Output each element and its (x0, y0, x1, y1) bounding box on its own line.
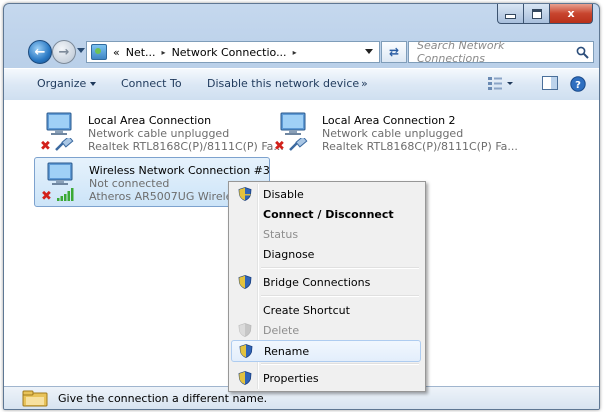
network-folder-icon (22, 390, 48, 407)
organize-label: Organize (37, 77, 87, 90)
uac-shield-icon (238, 323, 252, 337)
connect-to-button[interactable]: Connect To (121, 77, 182, 90)
menu-item-label: Rename (264, 344, 310, 358)
search-input[interactable]: Search Network Connections (417, 39, 575, 65)
menu-item-label: Bridge Connections (263, 275, 371, 289)
menu-item-label: Disable (263, 187, 304, 201)
refresh-button[interactable]: ⇄ (381, 41, 407, 63)
back-button[interactable]: ← (28, 40, 52, 64)
menu-item-label: Properties (263, 371, 319, 385)
disconnected-x-icon: ✖ (40, 139, 51, 154)
connection-name: Local Area Connection 2 (322, 114, 456, 127)
connection-name: Local Area Connection (88, 114, 212, 127)
network-folder-icon (91, 44, 107, 60)
menu-item-diagnose[interactable]: Diagnose (231, 244, 421, 264)
ethernet-cable-icon (289, 138, 308, 151)
menu-item-delete[interactable]: Delete (231, 320, 421, 340)
maximize-icon (531, 8, 542, 19)
chevron-down-icon (90, 82, 97, 86)
preview-pane-icon[interactable] (542, 76, 558, 90)
disconnected-x-icon: ✖ (41, 189, 52, 204)
recent-pages-dropdown[interactable] (77, 48, 85, 53)
breadcrumb-network[interactable]: Net... (123, 46, 159, 59)
navigation-bar: ← → « Net... ▸ Network Connectio... ▸ ⇄ … (4, 37, 599, 65)
svg-text:?: ? (575, 80, 581, 91)
connection-status: Network cable unplugged (322, 127, 464, 140)
breadcrumb-network-connections[interactable]: Network Connectio... (169, 46, 290, 59)
menu-separator (261, 363, 419, 365)
computer-icon (280, 112, 306, 135)
menu-item-connect-disconnect[interactable]: Connect / Disconnect (231, 204, 421, 224)
change-view-icon[interactable] (488, 76, 513, 90)
more-commands-button[interactable]: » (361, 77, 368, 90)
close-button[interactable]: x (550, 4, 593, 24)
address-bar[interactable]: « Net... ▸ Network Connectio... ▸ (86, 41, 380, 63)
breadcrumb-overflow[interactable]: « (110, 46, 123, 59)
menu-item-bridge-connections[interactable]: Bridge Connections (231, 272, 421, 292)
breadcrumb-separator-icon[interactable]: ▸ (159, 48, 169, 57)
menu-item-properties[interactable]: Properties (231, 368, 421, 388)
connection-item-local-area-2[interactable]: ✖ Local Area Connection 2 Network cable … (268, 108, 518, 156)
maximize-button[interactable] (524, 4, 550, 24)
forward-arrow-icon: → (58, 44, 70, 60)
minimize-icon (505, 14, 516, 19)
connection-device: Atheros AR5007UG Wireless N (89, 190, 234, 203)
menu-item-label: Status (263, 227, 299, 241)
menu-separator (261, 267, 419, 269)
menu-item-create-shortcut[interactable]: Create Shortcut (231, 300, 421, 320)
disable-device-button[interactable]: Disable this network device (207, 77, 359, 90)
connection-device: Realtek RTL8168C(P)/8111C(P) Fa... (88, 140, 284, 153)
address-dropdown-icon[interactable] (365, 49, 373, 54)
search-box[interactable]: Search Network Connections (408, 39, 594, 65)
menu-separator (261, 295, 419, 297)
menu-item-status[interactable]: Status (231, 224, 421, 244)
ethernet-cable-icon (55, 138, 74, 151)
menu-item-rename[interactable]: Rename (231, 340, 421, 362)
disconnected-x-icon: ✖ (274, 139, 285, 154)
connection-status: Not connected (89, 177, 170, 190)
status-text: Give the connection a different name. (58, 392, 268, 405)
computer-icon (46, 112, 72, 135)
menu-item-label: Diagnose (263, 247, 315, 261)
forward-button[interactable]: → (52, 40, 76, 64)
context-menu: Disable Connect / Disconnect Status Diag… (228, 181, 426, 392)
computer-icon (47, 162, 73, 185)
uac-shield-icon (239, 344, 253, 358)
back-arrow-icon: ← (34, 44, 46, 60)
search-icon[interactable] (575, 45, 589, 59)
command-bar: Organize Connect To Disable this network… (4, 68, 599, 101)
connection-item-local-area[interactable]: ✖ Local Area Connection Network cable un… (34, 108, 284, 156)
menu-item-disable[interactable]: Disable (231, 184, 421, 204)
breadcrumb-separator-icon[interactable]: ▸ (290, 48, 300, 57)
connection-status: Network cable unplugged (88, 127, 230, 140)
connection-name: Wireless Network Connection #3 (89, 164, 270, 177)
uac-shield-icon (238, 187, 252, 201)
menu-item-label: Delete (263, 323, 300, 337)
help-icon[interactable]: ? (570, 76, 586, 92)
caption-buttons: x (497, 4, 593, 24)
uac-shield-icon (238, 371, 252, 385)
minimize-button[interactable] (497, 4, 524, 24)
connection-device: Realtek RTL8168C(P)/8111C(P) Fa... (322, 140, 518, 153)
wireless-signal-icon (57, 188, 74, 201)
organize-menu[interactable]: Organize (37, 77, 97, 90)
menu-item-label: Connect / Disconnect (263, 207, 394, 221)
uac-shield-icon (238, 275, 252, 289)
refresh-icon: ⇄ (388, 45, 400, 59)
close-icon: x (567, 7, 575, 20)
menu-item-label: Create Shortcut (263, 303, 350, 317)
